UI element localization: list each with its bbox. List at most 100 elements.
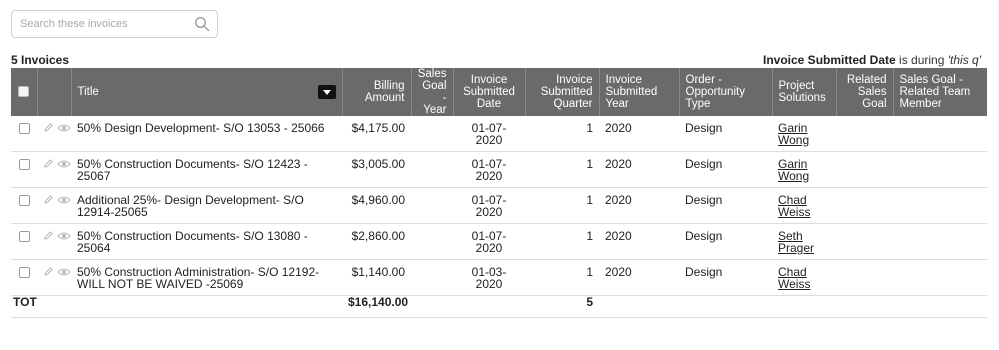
column-header-invoice-submitted-quarter[interactable]: Invoice Submitted Quarter: [524, 68, 599, 116]
cell-title: 50% Construction Administration- S/O 121…: [71, 259, 342, 296]
table-row[interactable]: 50% Construction Documents- S/O 13080 - …: [11, 223, 987, 260]
select-all-cell: [11, 68, 37, 116]
cell-billing-amount: $3,005.00: [342, 151, 411, 188]
column-header-sales-goal-team-member[interactable]: Sales Goal - Related Team Member: [892, 68, 987, 116]
cell-invoice-submitted-year: 2020: [599, 259, 679, 296]
row-actions: [37, 223, 71, 260]
cell-order-opportunity-type: Design: [679, 187, 772, 224]
pencil-icon[interactable]: [43, 230, 54, 241]
table-row[interactable]: Additional 25%- Design Development- S/O …: [11, 187, 987, 224]
cell-project-solutions: Garin Wong: [772, 116, 836, 152]
cell-title: Additional 25%- Design Development- S/O …: [71, 187, 342, 224]
cell-title: 50% Construction Documents- S/O 13080 - …: [71, 223, 342, 260]
table-header-row: Title Billing Amount Sales Goal - Year I…: [11, 68, 987, 116]
row-actions: [37, 259, 71, 296]
filter-operator: is during: [895, 53, 948, 67]
row-select-cell: [11, 223, 37, 260]
cell-billing-amount: $4,175.00: [342, 116, 411, 152]
eye-icon[interactable]: [57, 195, 71, 205]
row-checkbox[interactable]: [18, 123, 30, 135]
eye-icon[interactable]: [57, 159, 71, 169]
eye-icon[interactable]: [57, 123, 71, 133]
cell-title: 50% Design Development- S/O 13053 - 2506…: [71, 116, 342, 152]
select-all-checkbox[interactable]: [18, 86, 30, 98]
column-header-invoice-submitted-year[interactable]: Invoice Submitted Year: [598, 68, 679, 116]
cell-order-opportunity-type: Design: [679, 223, 772, 260]
pencil-icon[interactable]: [43, 158, 54, 169]
column-header-invoice-submitted-date[interactable]: Invoice Submitted Date: [452, 68, 525, 116]
column-header-title[interactable]: Title: [70, 68, 342, 116]
row-actions: [37, 151, 71, 188]
search-input[interactable]: [12, 11, 217, 37]
totals-row: TOT $16,140.00 5: [11, 295, 987, 318]
cell-invoice-submitted-date: 01-03-2020: [453, 259, 525, 296]
cell-invoice-submitted-date: 01-07-2020: [453, 187, 525, 224]
column-header-billing-amount[interactable]: Billing Amount: [341, 68, 411, 116]
cell-related-sales-goal: [836, 151, 893, 188]
cell-sales-goal-year: [411, 187, 453, 224]
project-solutions-link[interactable]: Garin Wong: [778, 157, 809, 183]
cell-sales-goal-team-member: [893, 187, 987, 224]
cell-billing-amount: $2,860.00: [342, 223, 411, 260]
search-icon[interactable]: [194, 16, 210, 32]
column-header-order-opportunity-type[interactable]: Order - Opportunity Type: [678, 68, 772, 116]
cell-billing-amount: $1,140.00: [342, 259, 411, 296]
cell-billing-amount: $4,960.00: [342, 187, 411, 224]
pencil-icon[interactable]: [43, 194, 54, 205]
cell-sales-goal-team-member: [893, 259, 987, 296]
filter-field: Invoice Submitted Date: [763, 53, 896, 67]
cell-order-opportunity-type: Design: [679, 151, 772, 188]
cell-related-sales-goal: [836, 116, 893, 152]
eye-icon[interactable]: [57, 231, 71, 241]
invoice-count: 5 Invoices: [11, 53, 70, 67]
row-checkbox[interactable]: [18, 231, 30, 243]
cell-invoice-submitted-quarter: 1: [525, 151, 599, 188]
pencil-icon[interactable]: [43, 266, 54, 277]
cell-invoice-submitted-date: 01-07-2020: [453, 223, 525, 260]
cell-related-sales-goal: [836, 223, 893, 260]
cell-related-sales-goal: [836, 259, 893, 296]
cell-invoice-submitted-year: 2020: [599, 151, 679, 188]
cell-invoice-submitted-year: 2020: [599, 223, 679, 260]
cell-project-solutions: Chad Weiss: [772, 187, 836, 224]
cell-order-opportunity-type: Design: [679, 259, 772, 296]
eye-icon[interactable]: [57, 267, 71, 277]
row-select-cell: [11, 259, 37, 296]
dropdown-caret-icon[interactable]: [317, 85, 336, 99]
cell-invoice-submitted-date: 01-07-2020: [453, 151, 525, 188]
column-header-sales-goal-year[interactable]: Sales Goal - Year: [410, 68, 453, 116]
row-actions: [37, 187, 71, 224]
pencil-icon[interactable]: [43, 122, 54, 133]
row-select-cell: [11, 187, 37, 224]
project-solutions-link[interactable]: Chad Weiss: [778, 193, 810, 219]
row-select-cell: [11, 116, 37, 152]
project-solutions-link[interactable]: Seth Prager: [778, 229, 814, 255]
cell-sales-goal-team-member: [893, 116, 987, 152]
cell-project-solutions: Seth Prager: [772, 223, 836, 260]
table-row[interactable]: 50% Design Development- S/O 13053 - 2506…: [11, 116, 987, 152]
cell-invoice-submitted-year: 2020: [599, 187, 679, 224]
cell-invoice-submitted-quarter: 1: [525, 116, 599, 152]
cell-invoice-submitted-quarter: 1: [525, 223, 599, 260]
totals-quarter: 5: [525, 295, 599, 318]
cell-sales-goal-team-member: [893, 223, 987, 260]
cell-title: 50% Construction Documents- S/O 12423 - …: [71, 151, 342, 188]
column-header-project-solutions[interactable]: Project Solutions: [771, 68, 836, 116]
cell-project-solutions: Garin Wong: [772, 151, 836, 188]
row-select-cell: [11, 151, 37, 188]
row-checkbox[interactable]: [18, 267, 30, 279]
search-box[interactable]: [11, 10, 218, 38]
project-solutions-link[interactable]: Garin Wong: [778, 121, 809, 147]
row-actions: [37, 116, 71, 152]
cell-sales-goal-year: [411, 151, 453, 188]
cell-invoice-submitted-date: 01-07-2020: [453, 116, 525, 152]
row-checkbox[interactable]: [18, 195, 30, 207]
table-row[interactable]: 50% Construction Documents- S/O 12423 - …: [11, 151, 987, 188]
cell-related-sales-goal: [836, 187, 893, 224]
column-header-related-sales-goal[interactable]: Related Sales Goal: [835, 68, 893, 116]
row-checkbox[interactable]: [18, 159, 30, 171]
project-solutions-link[interactable]: Chad Weiss: [778, 265, 810, 291]
cell-invoice-submitted-year: 2020: [599, 116, 679, 152]
table-row[interactable]: 50% Construction Administration- S/O 121…: [11, 259, 987, 296]
cell-sales-goal-year: [411, 259, 453, 296]
